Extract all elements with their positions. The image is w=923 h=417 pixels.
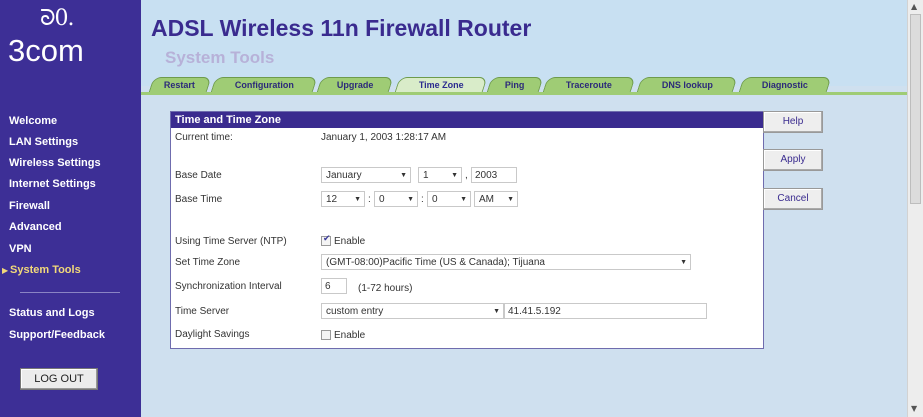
time-server-mode-select[interactable]: custom entry ▼: [321, 303, 504, 319]
daylight-savings-enable-label: Enable: [334, 330, 366, 341]
page-header: ADSL Wireless 11n Firewall Router System…: [141, 0, 907, 93]
base-time-minute-select[interactable]: 0 ▼: [374, 191, 418, 207]
sidebar-item-welcome[interactable]: Welcome: [9, 115, 57, 127]
date-separator: ,: [465, 170, 468, 181]
sidebar-item-firewall[interactable]: Firewall: [9, 200, 50, 212]
checkmark-icon: ✔: [323, 234, 331, 244]
tab-label: Traceroute: [565, 80, 612, 90]
sidebar-item-vpn[interactable]: VPN: [9, 243, 32, 255]
current-time-label: Current time:: [175, 132, 233, 143]
ampm-value: AM: [479, 194, 494, 205]
tab-label: DNS lookup: [661, 80, 713, 90]
time-zone-value: (GMT-08:00)Pacific Time (US & Canada); T…: [326, 257, 545, 268]
tab-underline: [141, 92, 907, 95]
current-time-value: January 1, 2003 1:28:17 AM: [321, 132, 447, 143]
tab-time-zone[interactable]: Time Zone: [394, 77, 488, 93]
tab-restart[interactable]: Restart: [148, 77, 212, 93]
minute-value: 0: [379, 194, 385, 205]
base-time-ampm-select[interactable]: AM ▼: [474, 191, 518, 207]
sidebar-item-support-feedback[interactable]: Support/Feedback: [9, 329, 105, 341]
time-zone-panel: Time and Time Zone Current time: January…: [170, 111, 764, 349]
chevron-down-icon: ▼: [680, 259, 687, 266]
sidebar-item-internet-settings[interactable]: Internet Settings: [9, 178, 96, 190]
chevron-down-icon: ▼: [354, 196, 361, 203]
sync-interval-label: Synchronization Interval: [175, 281, 282, 292]
time-zone-label: Set Time Zone: [175, 257, 241, 268]
tab-label: Time Zone: [418, 80, 464, 90]
base-time-second-select[interactable]: 0 ▼: [427, 191, 471, 207]
scroll-down-icon[interactable]: ▼: [911, 404, 917, 413]
sidebar-item-status-and-logs[interactable]: Status and Logs: [9, 307, 95, 319]
tab-upgrade[interactable]: Upgrade: [316, 77, 394, 93]
tab-label: Diagnostic: [761, 80, 808, 90]
page-subtitle: System Tools: [165, 48, 275, 67]
logout-button[interactable]: LOG OUT: [20, 368, 98, 390]
panel-title: Time and Time Zone: [171, 112, 763, 128]
apply-button[interactable]: Apply: [763, 149, 823, 171]
base-time-label: Base Time: [175, 194, 223, 205]
tab-label: Configuration: [234, 80, 294, 90]
chevron-down-icon: ▼: [460, 196, 467, 203]
second-value: 0: [432, 194, 438, 205]
month-value: January: [326, 170, 362, 181]
cancel-button[interactable]: Cancel: [763, 188, 823, 210]
page-title: ADSL Wireless 11n Firewall Router: [151, 15, 532, 41]
tab-traceroute[interactable]: Traceroute: [542, 77, 636, 93]
tab-label: Restart: [164, 80, 196, 90]
brand-mark-icon: ᘐ0.: [40, 6, 74, 31]
time-server-input[interactable]: 41.41.5.192: [504, 303, 707, 319]
tab-configuration[interactable]: Configuration: [210, 77, 318, 93]
vertical-scrollbar[interactable]: ▲ ▼: [907, 0, 923, 417]
tab-ping[interactable]: Ping: [486, 77, 544, 93]
main-content: ADSL Wireless 11n Firewall Router System…: [141, 0, 907, 417]
ntp-enable-checkbox[interactable]: ✔: [321, 234, 331, 246]
base-date-day-select[interactable]: 1 ▼: [418, 167, 462, 183]
brand-logo: 3com: [8, 33, 84, 68]
daylight-savings-label: Daylight Savings: [175, 329, 250, 340]
hour-value: 12: [326, 194, 338, 205]
tab-label: Upgrade: [336, 80, 374, 90]
scroll-thumb[interactable]: [910, 14, 921, 204]
time-zone-select[interactable]: (GMT-08:00)Pacific Time (US & Canada); T…: [321, 254, 691, 270]
chevron-down-icon: ▼: [451, 172, 458, 179]
chevron-down-icon: ▼: [400, 172, 407, 179]
chevron-down-icon: ▼: [493, 308, 500, 315]
help-button[interactable]: Help: [763, 111, 823, 133]
time-separator: :: [421, 194, 424, 205]
sync-interval-hint: (1-72 hours): [358, 283, 413, 294]
sidebar-item-lan-settings[interactable]: LAN Settings: [9, 136, 78, 148]
base-time-hour-select[interactable]: 12 ▼: [321, 191, 365, 207]
sidebar-item-advanced[interactable]: Advanced: [9, 221, 62, 233]
panel-title-text: Time and Time Zone: [175, 114, 281, 126]
time-separator: :: [368, 194, 371, 205]
ntp-enable-label: Enable: [334, 236, 366, 247]
time-server-mode-value: custom entry: [326, 306, 384, 317]
active-arrow-icon: ▶: [2, 266, 9, 275]
sync-interval-input[interactable]: 6: [321, 278, 347, 294]
sidebar: ᘐ0. 3com Welcome LAN Settings Wireless S…: [0, 0, 141, 417]
scroll-up-icon[interactable]: ▲: [911, 2, 917, 11]
tab-diagnostic[interactable]: Diagnostic: [738, 77, 832, 93]
base-date-label: Base Date: [175, 170, 222, 181]
chevron-down-icon: ▼: [507, 196, 514, 203]
chevron-down-icon: ▼: [407, 196, 414, 203]
base-date-month-select[interactable]: January ▼: [321, 167, 411, 183]
sidebar-item-system-tools[interactable]: System Tools: [10, 264, 81, 276]
tab-dns-lookup[interactable]: DNS lookup: [636, 77, 738, 93]
time-server-label: Time Server: [175, 306, 230, 317]
tab-label: Ping: [505, 80, 525, 90]
daylight-savings-checkbox[interactable]: [321, 330, 331, 340]
sidebar-divider: [20, 292, 120, 293]
day-value: 1: [423, 170, 429, 181]
sidebar-item-wireless-settings[interactable]: Wireless Settings: [9, 157, 101, 169]
ntp-label: Using Time Server (NTP): [175, 236, 287, 247]
base-date-year-input[interactable]: 2003: [471, 167, 517, 183]
